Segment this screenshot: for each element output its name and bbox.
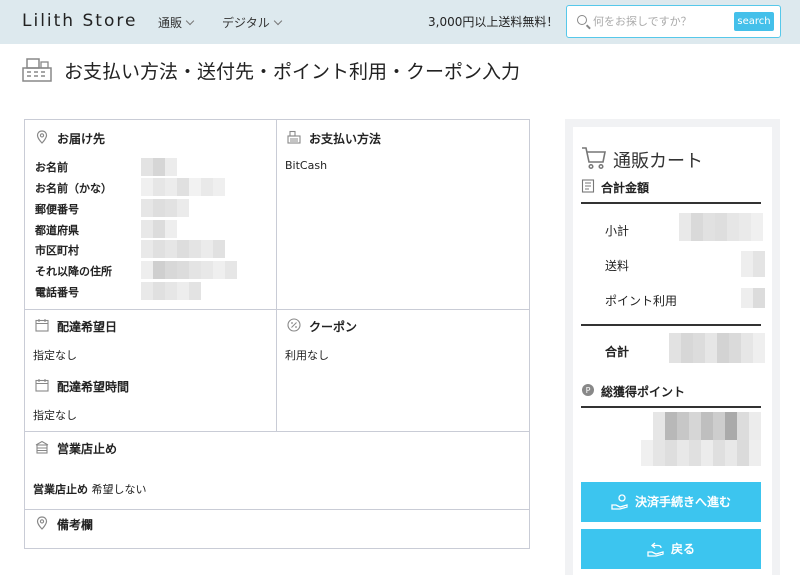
- field-label-prefecture: 都道府県: [35, 224, 79, 237]
- free-shipping-note: 3,000円以上送料無料！: [428, 15, 559, 29]
- cart-panel: 通販カート 合計金額 小計 送料 ポイント利用 合計 P 総獲得ポイント 決済手…: [565, 119, 780, 575]
- field-label-name-kana: お名前（かな）: [35, 182, 112, 195]
- hand-return-icon: [647, 542, 664, 557]
- delivery-time-value: 指定なし: [33, 409, 77, 422]
- cart-title: 通販カート: [613, 151, 703, 172]
- shopping-cart-icon: [582, 147, 606, 170]
- store-logo[interactable]: Lilith Store: [22, 11, 137, 31]
- earned-points-heading: 総獲得ポイント: [601, 385, 686, 399]
- search-button[interactable]: search: [734, 12, 774, 31]
- calendar-icon: [35, 319, 49, 332]
- delivery-address-title: お届け先: [57, 132, 106, 146]
- search-icon: [577, 15, 587, 25]
- chevron-down-icon: [185, 16, 195, 26]
- search-box: search: [566, 5, 781, 38]
- calendar-icon: [35, 379, 49, 392]
- shipping-label: 送料: [605, 259, 630, 273]
- payment-method-value: BitCash: [285, 159, 328, 172]
- chevron-down-icon: [273, 16, 283, 26]
- nav-digital[interactable]: デジタル: [222, 14, 283, 31]
- nav-mail-order[interactable]: 通販: [158, 14, 195, 31]
- redacted-value: [141, 261, 237, 279]
- field-label-city: 市区町村: [35, 244, 79, 257]
- subtotal-label: 小計: [605, 224, 630, 238]
- svg-text:P: P: [586, 386, 591, 395]
- store-pickup-row: 営業店止め 希望しない: [33, 481, 147, 497]
- divider: [581, 202, 761, 204]
- store-pickup-label: 営業店止め: [33, 483, 88, 496]
- redacted-value: [141, 282, 201, 300]
- coupon-icon: [287, 318, 301, 332]
- back-button[interactable]: 戻る: [581, 529, 761, 569]
- store-icon: [35, 440, 49, 454]
- divider: [581, 406, 761, 408]
- store-pickup-title: 営業店止め: [57, 442, 118, 456]
- page-title: お支払い方法・送付先・ポイント利用・クーポン入力: [64, 61, 521, 83]
- store-pickup-value: 希望しない: [91, 483, 147, 496]
- delivery-time-title: 配達希望時間: [57, 380, 130, 394]
- proceed-to-checkout-label: 決済手続きへ進む: [634, 495, 731, 509]
- location-pin-icon: [36, 130, 48, 144]
- redacted-value: [679, 213, 763, 241]
- total-amount-heading: 合計金額: [601, 181, 650, 195]
- receipt-icon: [581, 179, 595, 193]
- redacted-value: [741, 288, 765, 308]
- redacted-value: [141, 199, 189, 217]
- coupon-value: 利用なし: [285, 349, 329, 362]
- delivery-address-section: お届け先 お名前 お名前（かな） 郵便番号 都道府県 市区町村 それ以降の住所 …: [25, 120, 277, 310]
- payment-method-section: お支払い方法 BitCash: [277, 120, 529, 310]
- divider: [581, 324, 761, 326]
- points-used-label: ポイント利用: [605, 294, 678, 308]
- redacted-value: [141, 240, 225, 258]
- nav-mail-order-label: 通販: [158, 16, 183, 30]
- redacted-value: [141, 158, 177, 176]
- delivery-date-value: 指定なし: [33, 349, 77, 362]
- field-label-phone: 電話番号: [35, 286, 79, 299]
- nav-digital-label: デジタル: [222, 16, 270, 30]
- remarks-title: 備考欄: [57, 518, 94, 532]
- hand-coin-icon: [611, 493, 628, 510]
- field-label-address: それ以降の住所: [35, 265, 112, 278]
- delivery-date-title: 配達希望日: [57, 320, 118, 334]
- redacted-value: [741, 251, 765, 277]
- remarks-section: 備考欄: [25, 510, 529, 548]
- register-icon: [287, 130, 301, 144]
- cash-register-icon: [22, 58, 52, 82]
- payment-method-title: お支払い方法: [309, 132, 382, 146]
- redacted-value: [641, 440, 761, 466]
- redacted-value: [141, 178, 225, 196]
- back-label: 戻る: [670, 542, 695, 556]
- coupon-title: クーポン: [309, 320, 358, 334]
- order-info-grid: お届け先 お名前 お名前（かな） 郵便番号 都道府県 市区町村 それ以降の住所 …: [24, 119, 530, 549]
- site-header: Lilith Store 通販 デジタル 3,000円以上送料無料！ searc…: [0, 0, 800, 44]
- delivery-schedule-section: 配達希望日 指定なし 配達希望時間 指定なし: [25, 310, 277, 432]
- store-pickup-section: 営業店止め 営業店止め 希望しない: [25, 432, 529, 510]
- field-label-name: お名前: [35, 161, 68, 174]
- coupon-section: クーポン 利用なし: [277, 310, 529, 432]
- total-label: 合計: [605, 345, 630, 359]
- redacted-value: [669, 333, 765, 363]
- redacted-value: [141, 220, 177, 238]
- search-input[interactable]: [593, 12, 733, 30]
- field-label-postal-code: 郵便番号: [35, 203, 79, 216]
- proceed-to-checkout-button[interactable]: 決済手続きへ進む: [581, 482, 761, 522]
- redacted-value: [653, 412, 761, 440]
- cart-card: 通販カート 合計金額 小計 送料 ポイント利用 合計 P 総獲得ポイント 決済手…: [573, 127, 772, 575]
- points-coin-icon: P: [582, 384, 594, 396]
- location-pin-icon: [36, 516, 48, 530]
